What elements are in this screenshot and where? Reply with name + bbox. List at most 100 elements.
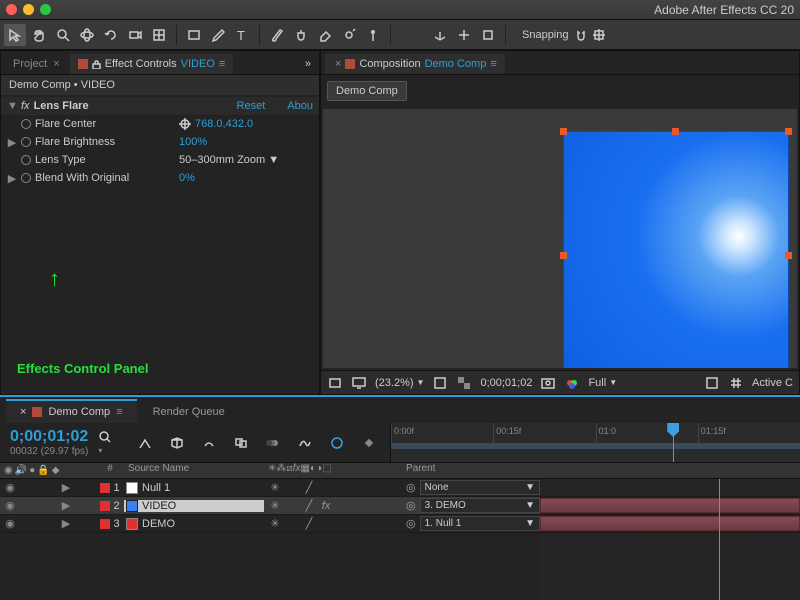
effect-reset-link[interactable]: Reset bbox=[237, 100, 266, 112]
parent-dropdown[interactable]: 3. DEMO▼ bbox=[420, 498, 540, 513]
panel-overflow-button[interactable]: » bbox=[297, 54, 319, 74]
panel-menu-icon[interactable]: ≡ bbox=[219, 58, 225, 70]
view-axis-mode[interactable] bbox=[477, 24, 499, 46]
param-dropdown[interactable]: 50–300mm Zoom ▼ bbox=[179, 154, 279, 166]
render-queue-tab[interactable]: Render Queue bbox=[139, 400, 239, 423]
crosshair-icon[interactable] bbox=[179, 118, 191, 130]
panel-menu-icon[interactable]: ≡ bbox=[116, 406, 122, 418]
stopwatch-icon[interactable] bbox=[21, 119, 31, 129]
param-value[interactable]: 0% bbox=[179, 172, 195, 184]
eye-toggle[interactable]: ◉ bbox=[4, 500, 16, 512]
brush-tool[interactable] bbox=[266, 24, 288, 46]
layer-search[interactable]: ▾ bbox=[98, 430, 112, 456]
close-icon[interactable]: × bbox=[335, 58, 341, 70]
pickwhip-icon[interactable]: ◎ bbox=[406, 499, 416, 512]
active-camera-label[interactable]: Active C bbox=[752, 377, 793, 389]
eye-icon[interactable]: ◉ bbox=[4, 465, 13, 476]
display-icon[interactable] bbox=[351, 375, 367, 391]
pickwhip-icon[interactable]: ◎ bbox=[406, 517, 416, 530]
disclosure-triangle-icon[interactable]: ▼ bbox=[7, 100, 17, 112]
playhead[interactable] bbox=[673, 423, 674, 462]
disclosure-triangle-icon[interactable]: ▶ bbox=[7, 172, 17, 185]
layer-name[interactable]: VIDEO bbox=[142, 500, 176, 512]
parent-dropdown[interactable]: 1. Null 1▼ bbox=[420, 516, 540, 531]
grid-icon[interactable] bbox=[728, 375, 744, 391]
hand-tool[interactable] bbox=[28, 24, 50, 46]
label-icon[interactable]: ◆ bbox=[52, 465, 60, 476]
layer-track[interactable] bbox=[540, 497, 800, 515]
snapping-toggle[interactable]: Snapping bbox=[522, 29, 605, 41]
resolution-icon[interactable] bbox=[432, 375, 448, 391]
close-icon[interactable]: × bbox=[53, 58, 59, 70]
roto-brush-tool[interactable] bbox=[338, 24, 360, 46]
comp-mini-flowchart-icon[interactable] bbox=[134, 432, 156, 454]
window-close-button[interactable] bbox=[6, 4, 17, 15]
composition-tab[interactable]: × Composition Demo Comp ≡ bbox=[325, 54, 505, 74]
time-ruler[interactable]: 0:00f 00:15f 01:0 01:15f bbox=[390, 423, 800, 462]
effect-about-link[interactable]: Abou bbox=[287, 100, 313, 112]
layer-name[interactable]: Null 1 bbox=[142, 482, 170, 494]
rotation-tool[interactable] bbox=[100, 24, 122, 46]
snapshot-icon[interactable] bbox=[540, 375, 556, 391]
label-color[interactable] bbox=[100, 483, 110, 493]
composition-canvas[interactable] bbox=[563, 131, 789, 368]
timeline-tracks[interactable] bbox=[540, 479, 800, 600]
local-axis-mode[interactable] bbox=[429, 24, 451, 46]
expand-icon[interactable]: ▶ bbox=[60, 518, 72, 530]
label-color[interactable] bbox=[100, 501, 110, 511]
layer-name[interactable]: DEMO bbox=[142, 518, 175, 530]
pickwhip-icon[interactable]: ◎ bbox=[406, 481, 416, 494]
project-tab[interactable]: Project× bbox=[5, 54, 68, 74]
eye-toggle[interactable]: ◉ bbox=[4, 482, 16, 494]
parent-dropdown[interactable]: None▼ bbox=[420, 480, 540, 495]
viewer-timecode[interactable]: 0;00;01;02 bbox=[480, 377, 532, 389]
magnification-icon[interactable] bbox=[327, 375, 343, 391]
layer-track[interactable] bbox=[540, 479, 800, 497]
parent-header[interactable]: Parent bbox=[402, 463, 540, 478]
orbit-tool[interactable] bbox=[76, 24, 98, 46]
expand-icon[interactable]: ▶ bbox=[60, 482, 72, 494]
transform-handle[interactable] bbox=[560, 128, 567, 135]
show-channel-icon[interactable] bbox=[564, 375, 580, 391]
disclosure-triangle-icon[interactable]: ▶ bbox=[7, 136, 17, 149]
composition-target[interactable]: Demo Comp bbox=[425, 58, 487, 70]
rectangle-tool[interactable] bbox=[183, 24, 205, 46]
transform-handle[interactable] bbox=[785, 128, 792, 135]
close-icon[interactable]: × bbox=[20, 406, 26, 418]
panel-menu-icon[interactable]: ≡ bbox=[490, 58, 496, 70]
world-axis-mode[interactable] bbox=[453, 24, 475, 46]
motion-blur-icon[interactable] bbox=[262, 432, 284, 454]
brainstorm-icon[interactable] bbox=[326, 432, 348, 454]
layer-track[interactable] bbox=[540, 515, 800, 533]
pan-behind-tool[interactable] bbox=[148, 24, 170, 46]
window-zoom-button[interactable] bbox=[40, 4, 51, 15]
layer-duration-bar[interactable] bbox=[540, 498, 800, 513]
pen-tool[interactable] bbox=[207, 24, 229, 46]
shy-icon[interactable] bbox=[198, 432, 220, 454]
transform-handle[interactable] bbox=[560, 252, 567, 259]
effect-controls-target[interactable]: VIDEO bbox=[181, 58, 215, 70]
stopwatch-icon[interactable] bbox=[21, 137, 31, 147]
camera-tool[interactable] bbox=[124, 24, 146, 46]
draft-3d-icon[interactable] bbox=[166, 432, 188, 454]
zoom-tool[interactable] bbox=[52, 24, 74, 46]
type-tool[interactable]: T bbox=[231, 24, 253, 46]
graph-editor-icon[interactable] bbox=[294, 432, 316, 454]
auto-keyframe-icon[interactable] bbox=[358, 432, 380, 454]
frame-blend-icon[interactable] bbox=[230, 432, 252, 454]
quality-dropdown[interactable]: Full▼ bbox=[588, 377, 617, 389]
current-timecode[interactable]: 0;00;01;02 bbox=[10, 428, 88, 446]
lock-icon[interactable]: 🔒 bbox=[37, 465, 49, 476]
comp-flowchart-tab[interactable]: Demo Comp bbox=[327, 81, 407, 101]
effect-controls-tab[interactable]: Effect Controls VIDEO ≡ bbox=[70, 54, 234, 74]
param-value[interactable]: 768.0,432.0 bbox=[195, 118, 253, 130]
timeline-comp-tab[interactable]: × Demo Comp ≡ bbox=[6, 399, 137, 423]
expand-icon[interactable]: ▶ bbox=[60, 500, 72, 512]
zoom-dropdown[interactable]: (23.2%)▼ bbox=[375, 377, 424, 389]
work-area-bar[interactable] bbox=[391, 443, 800, 449]
window-minimize-button[interactable] bbox=[23, 4, 34, 15]
composition-viewer[interactable] bbox=[323, 109, 797, 368]
puppet-pin-tool[interactable] bbox=[362, 24, 384, 46]
transform-handle[interactable] bbox=[672, 128, 679, 135]
eraser-tool[interactable] bbox=[314, 24, 336, 46]
